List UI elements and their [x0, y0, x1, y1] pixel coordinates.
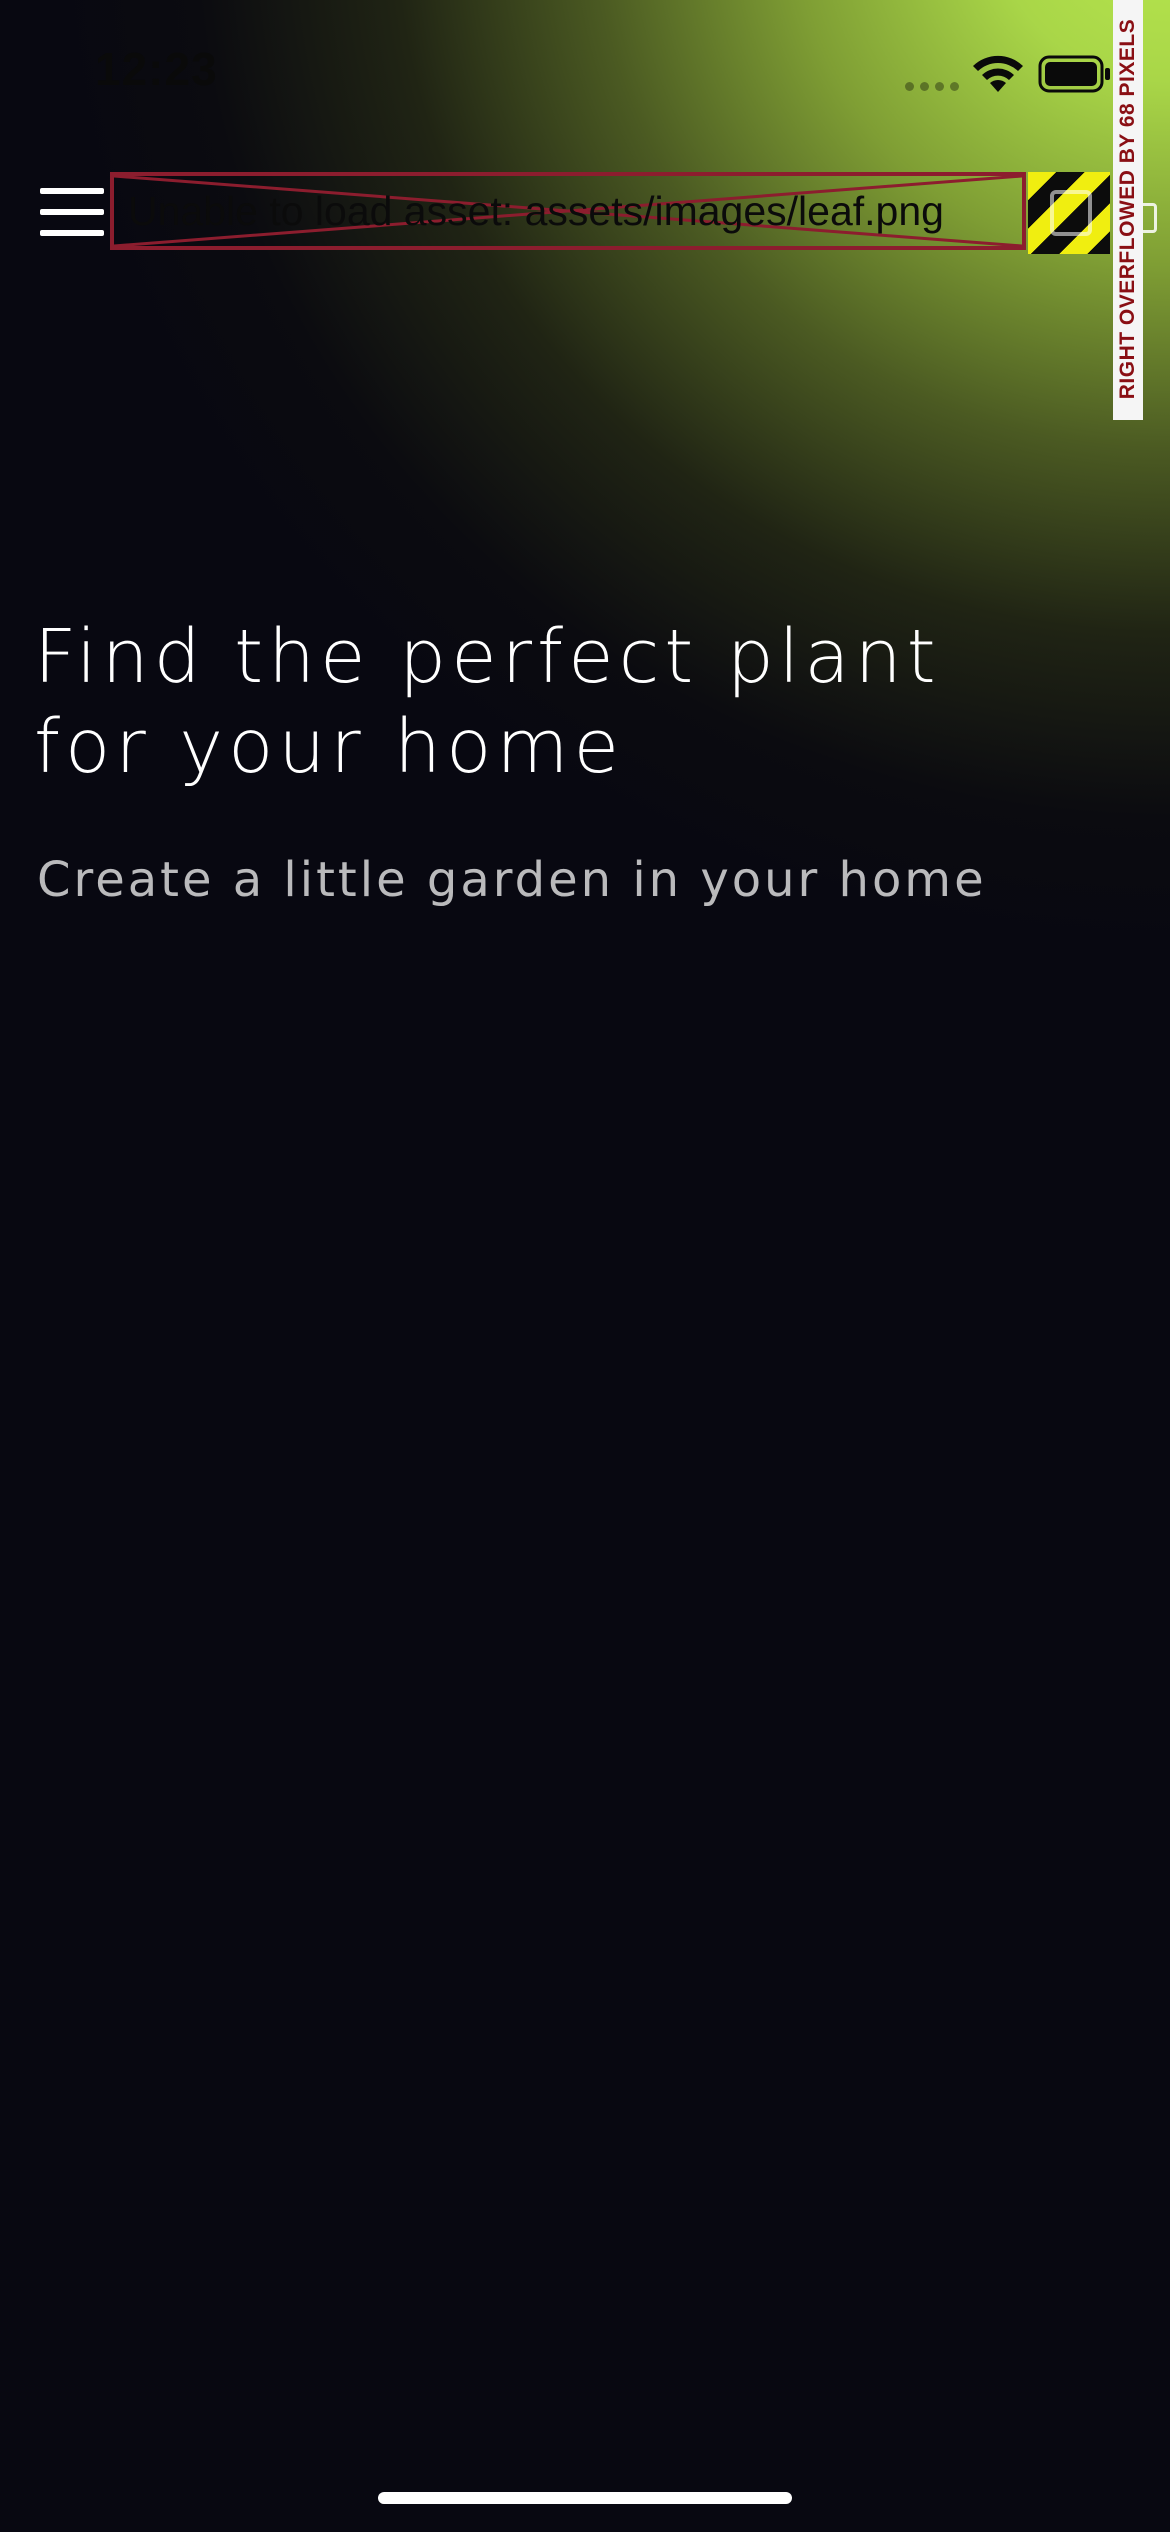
page-title-line-2: for your home	[34, 704, 624, 790]
status-bar: 12:23	[0, 0, 1170, 150]
page-title-line-1: Find the perfect plant	[34, 614, 941, 700]
hamburger-menu-icon[interactable]	[40, 188, 104, 236]
overflow-warning-text: RIGHT OVERFLOWED BY 68 PIXELS	[1116, 18, 1139, 400]
action-icon[interactable]	[1050, 190, 1092, 236]
wifi-icon	[973, 55, 1023, 92]
page-title: Find the perfect plant for your home	[34, 612, 1094, 792]
cellular-signal-icon	[905, 82, 959, 91]
status-time: 12:23	[95, 43, 218, 95]
battery-icon	[1038, 55, 1110, 93]
leaf-image-error-placeholder: Unable to load asset: assets/images/leaf…	[110, 172, 1026, 250]
asset-error-text: Unable to load asset: assets/images/leaf…	[128, 188, 944, 234]
gradient-background	[0, 0, 1170, 2532]
page-subtitle: Create a little garden in your home	[37, 852, 987, 908]
home-indicator[interactable]	[378, 2492, 792, 2504]
